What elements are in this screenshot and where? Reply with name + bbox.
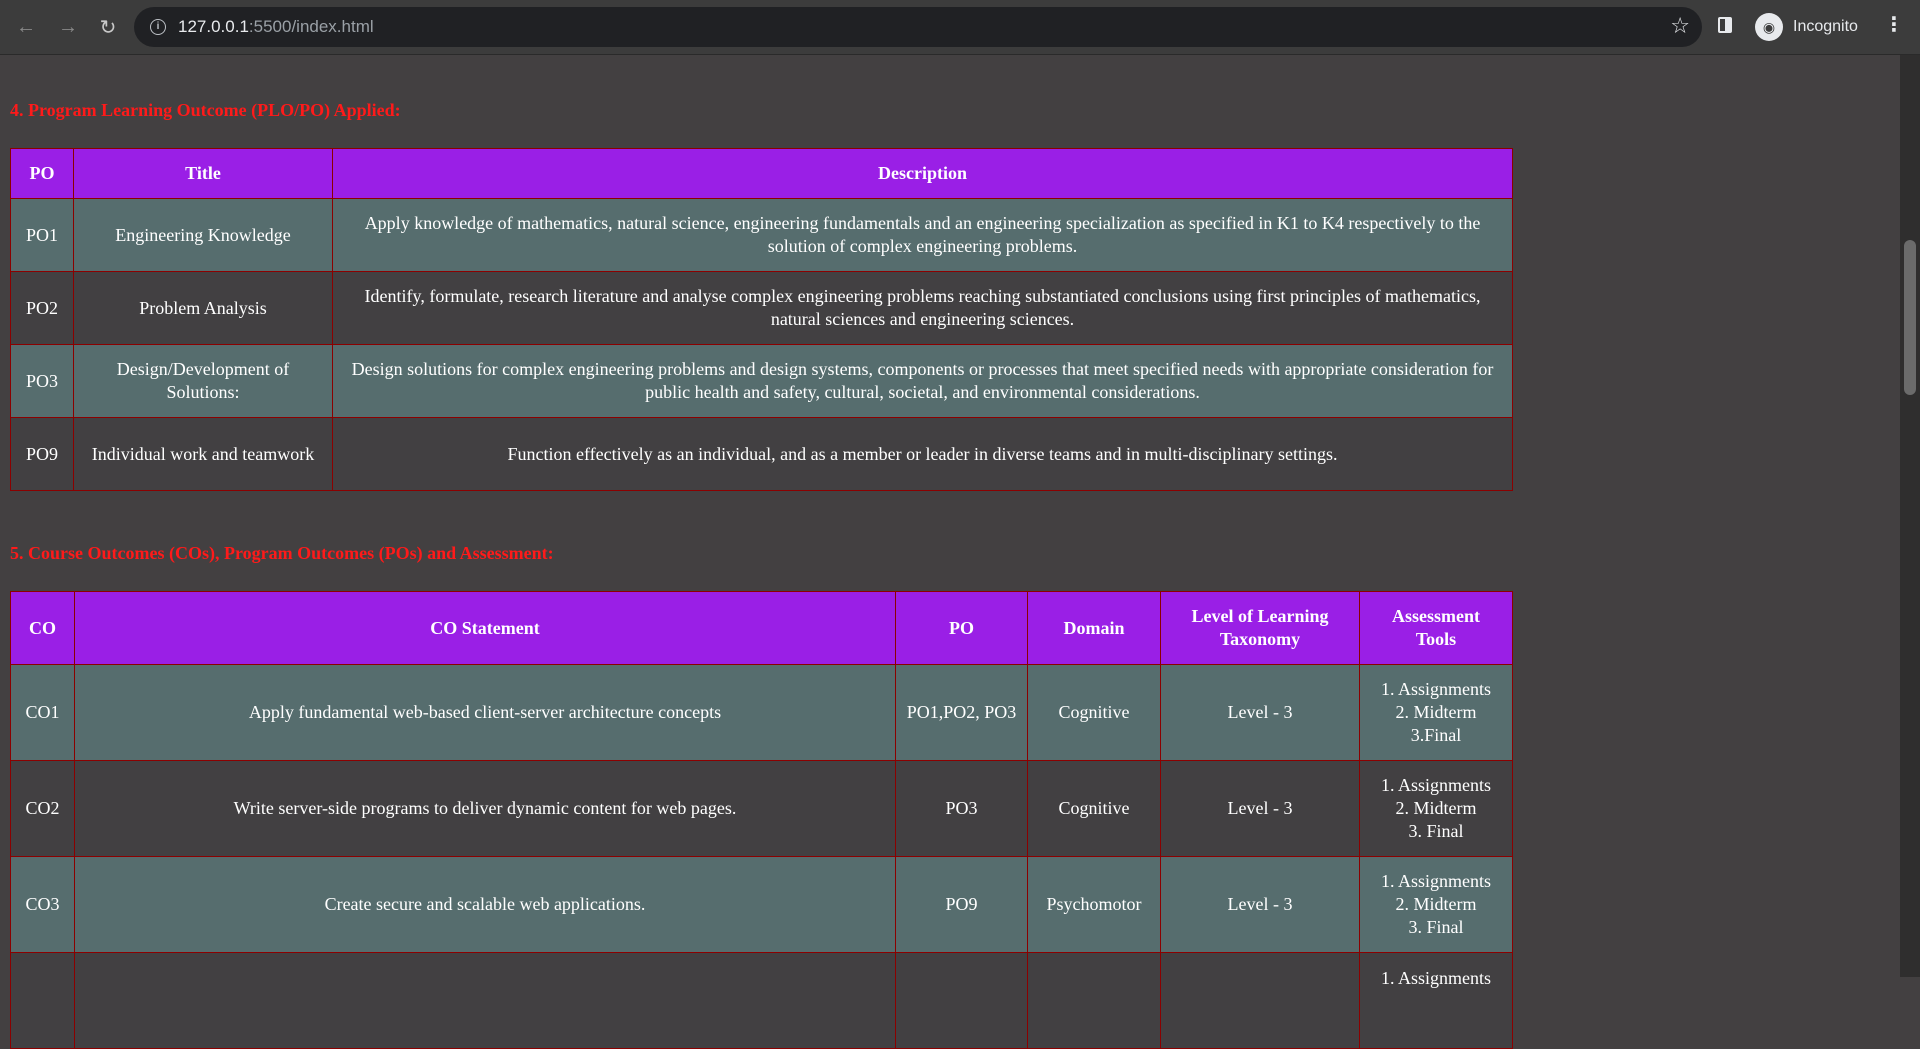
co-code: CO3 <box>10 856 75 953</box>
co-table-header: CO CO Statement PO Domain Level of Learn… <box>10 591 1513 665</box>
po-description: Design solutions for complex engineering… <box>332 344 1513 418</box>
co-tools: 1. Assignments 2. Midterm 3.Final <box>1359 664 1513 761</box>
co-level <box>1160 952 1360 1049</box>
tool-item: 2. Midterm <box>1395 894 1477 914</box>
po-description: Apply knowledge of mathematics, natural … <box>332 198 1513 272</box>
tool-item: 2. Midterm <box>1395 702 1477 722</box>
tool-item: 3.Final <box>1410 725 1462 745</box>
co-table: CO CO Statement PO Domain Level of Learn… <box>10 591 1513 1049</box>
bookmark-star-icon[interactable]: ☆ <box>1670 13 1690 39</box>
co-statement <box>74 952 896 1049</box>
po-table: PO Title Description PO1 Engineering Kno… <box>10 148 1513 491</box>
kebab-menu-icon[interactable]: ⋮ <box>1884 14 1904 36</box>
col-po: PO <box>895 591 1028 665</box>
po-code: PO1 <box>10 198 74 272</box>
co-domain: Psychomotor <box>1027 856 1161 953</box>
po-title: Problem Analysis <box>73 271 333 345</box>
incognito-profile-button[interactable]: ◉ Incognito <box>1755 12 1858 42</box>
po-table-header: PO Title Description <box>10 148 1513 199</box>
co-code: CO1 <box>10 664 75 761</box>
co-domain <box>1027 952 1161 1049</box>
co-code: CO2 <box>10 760 75 857</box>
co-domain: Cognitive <box>1027 664 1161 761</box>
forward-icon[interactable]: → <box>52 11 84 43</box>
po-code: PO9 <box>10 417 74 491</box>
table-row: CO2 Write server-side programs to delive… <box>10 760 1513 857</box>
co-po: PO9 <box>895 856 1028 953</box>
url-text[interactable]: 127.0.0.1:5500/index.html <box>178 17 374 37</box>
table-row: PO1 Engineering Knowledge Apply knowledg… <box>10 198 1513 272</box>
address-bar[interactable]: i 127.0.0.1:5500/index.html ☆ <box>134 7 1702 47</box>
po-section-heading: 4. Program Learning Outcome (PLO/PO) App… <box>10 100 401 120</box>
col-po: PO <box>10 148 74 199</box>
col-co: CO <box>10 591 75 665</box>
tool-item: 3. Final <box>1408 917 1464 937</box>
page-scrollbar[interactable] <box>1900 55 1920 977</box>
po-title: Engineering Knowledge <box>73 198 333 272</box>
scrollbar-thumb[interactable] <box>1904 240 1916 395</box>
co-section-heading: 5. Course Outcomes (COs), Program Outcom… <box>10 543 554 563</box>
col-level: Level of Learning Taxonomy <box>1160 591 1360 665</box>
col-co-statement: CO Statement <box>74 591 896 665</box>
po-title: Design/Development of Solutions: <box>73 344 333 418</box>
co-level: Level - 3 <box>1160 664 1360 761</box>
po-description: Function effectively as an individual, a… <box>332 417 1513 491</box>
info-icon[interactable]: i <box>150 19 166 35</box>
col-description: Description <box>332 148 1513 199</box>
col-assessment-tools: Assessment Tools <box>1359 591 1513 665</box>
tool-item: 3. Final <box>1408 821 1464 841</box>
co-statement: Write server-side programs to deliver dy… <box>74 760 896 857</box>
browser-toolbar: ← → ↻ i 127.0.0.1:5500/index.html ☆ ◉ In… <box>0 0 1920 55</box>
back-icon[interactable]: ← <box>10 11 42 43</box>
co-level: Level - 3 <box>1160 856 1360 953</box>
table-row: PO2 Problem Analysis Identify, formulate… <box>10 271 1513 345</box>
reload-icon[interactable]: ↻ <box>92 11 124 43</box>
co-po: PO3 <box>895 760 1028 857</box>
table-row: CO1 Apply fundamental web-based client-s… <box>10 664 1513 761</box>
tool-item: 1. Assignments <box>1380 968 1491 988</box>
co-statement: Create secure and scalable web applicati… <box>74 856 896 953</box>
table-row: CO3 Create secure and scalable web appli… <box>10 856 1513 953</box>
col-title: Title <box>73 148 333 199</box>
tool-item: 1. Assignments <box>1380 679 1491 699</box>
co-po <box>895 952 1028 1049</box>
incognito-icon: ◉ <box>1755 13 1783 41</box>
co-level: Level - 3 <box>1160 760 1360 857</box>
tool-item: 2. Midterm <box>1395 798 1477 818</box>
col-domain: Domain <box>1027 591 1161 665</box>
table-row: PO9 Individual work and teamwork Functio… <box>10 417 1513 491</box>
tool-item: 1. Assignments <box>1380 871 1491 891</box>
side-panel-icon[interactable] <box>1718 17 1732 33</box>
po-title: Individual work and teamwork <box>73 417 333 491</box>
po-code: PO3 <box>10 344 74 418</box>
co-domain: Cognitive <box>1027 760 1161 857</box>
co-tools: 1. Assignments 2. Midterm 3. Final <box>1359 760 1513 857</box>
incognito-label: Incognito <box>1793 18 1858 35</box>
table-row: PO3 Design/Development of Solutions: Des… <box>10 344 1513 418</box>
co-statement: Apply fundamental web-based client-serve… <box>74 664 896 761</box>
co-code <box>10 952 75 1049</box>
tool-item: 1. Assignments <box>1380 775 1491 795</box>
co-po: PO1,PO2, PO3 <box>895 664 1028 761</box>
co-tools: 1. Assignments <box>1359 952 1513 1049</box>
table-row: 1. Assignments <box>10 952 1513 1049</box>
po-description: Identify, formulate, research literature… <box>332 271 1513 345</box>
po-code: PO2 <box>10 271 74 345</box>
co-tools: 1. Assignments 2. Midterm 3. Final <box>1359 856 1513 953</box>
